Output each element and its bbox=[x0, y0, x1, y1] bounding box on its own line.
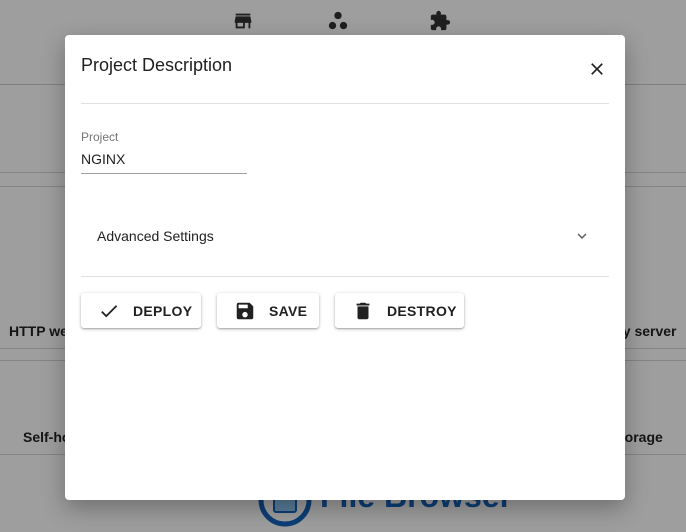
save-icon bbox=[233, 299, 257, 323]
actions-divider bbox=[81, 276, 609, 277]
chevron-down-icon bbox=[577, 233, 587, 239]
advanced-settings-label: Advanced Settings bbox=[97, 228, 214, 244]
destroy-button[interactable]: DESTROY bbox=[335, 293, 464, 328]
close-icon bbox=[591, 63, 603, 75]
project-description-dialog: Project Description Project Advanced Set… bbox=[65, 35, 625, 500]
destroy-button-label: DESTROY bbox=[387, 302, 457, 319]
project-field[interactable] bbox=[81, 145, 247, 174]
save-button-label: SAVE bbox=[269, 302, 308, 319]
save-button[interactable]: SAVE bbox=[217, 293, 319, 328]
deploy-button-label: DEPLOY bbox=[133, 302, 193, 319]
advanced-settings-expander[interactable]: Advanced Settings bbox=[81, 211, 609, 261]
project-field-label: Project bbox=[81, 130, 119, 144]
trash-icon bbox=[351, 299, 375, 323]
dialog-title: Project Description bbox=[81, 55, 233, 75]
title-divider bbox=[81, 103, 609, 104]
check-icon bbox=[97, 299, 121, 323]
deploy-button[interactable]: DEPLOY bbox=[81, 293, 201, 328]
close-button[interactable] bbox=[583, 55, 611, 83]
